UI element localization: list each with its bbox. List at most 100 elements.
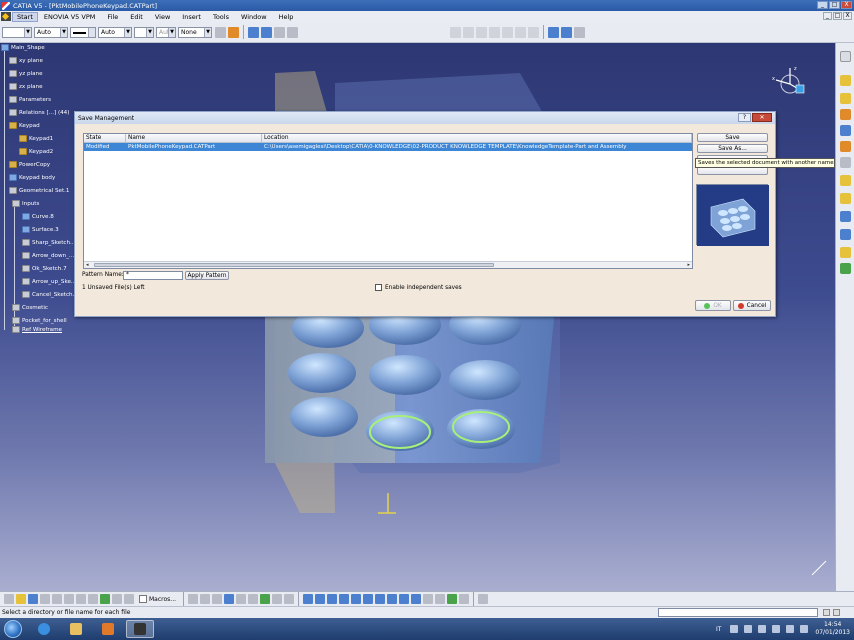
comment-icon[interactable]	[200, 594, 211, 604]
save-icon[interactable]	[28, 594, 38, 604]
graph-icon[interactable]	[248, 26, 259, 38]
fillet-icon[interactable]	[840, 141, 851, 152]
scroll-left-icon[interactable]: ◂	[86, 262, 89, 268]
copy-icon[interactable]	[489, 26, 500, 38]
apply-material-icon[interactable]	[447, 594, 458, 604]
apply-pattern-button[interactable]: Apply Pattern	[185, 271, 229, 280]
manipulation-icon[interactable]	[548, 26, 559, 38]
painter-icon[interactable]	[215, 26, 226, 38]
pocket-tool-icon[interactable]	[840, 109, 851, 120]
rotate-icon[interactable]	[339, 594, 350, 604]
swap-space-icon[interactable]	[435, 594, 446, 604]
mirror-icon[interactable]	[840, 193, 851, 204]
color-combo[interactable]: ▼	[2, 26, 32, 38]
render-style-combo[interactable]: Aut ▼	[156, 26, 176, 38]
start-button[interactable]	[4, 620, 22, 638]
tree-node-xy-plane[interactable]: xy plane	[9, 57, 43, 64]
pattern-name-input[interactable]: *	[123, 271, 183, 280]
tree-node-geometrical-set[interactable]: Geometrical Set.1	[9, 187, 70, 194]
fly-mode-icon[interactable]	[303, 594, 314, 604]
update-icon[interactable]	[476, 26, 487, 38]
file-row[interactable]: Modified PktMobilePhoneKeypad.CATPart C:…	[84, 143, 692, 151]
ok-button[interactable]: OK	[695, 300, 731, 311]
normal-view-icon[interactable]	[375, 594, 386, 604]
network-icon[interactable]	[772, 625, 781, 633]
delete-icon[interactable]	[515, 26, 526, 38]
compass-tool-icon[interactable]	[574, 26, 585, 38]
paste-icon[interactable]	[88, 594, 98, 604]
open-icon[interactable]	[16, 594, 26, 604]
volume-icon[interactable]	[786, 625, 795, 633]
taskbar-explorer[interactable]	[62, 620, 90, 638]
undo-icon[interactable]	[450, 26, 461, 38]
catalog-icon[interactable]	[478, 594, 489, 604]
sketcher-icon[interactable]	[840, 75, 851, 86]
pattern-icon[interactable]	[840, 211, 851, 222]
doc-restore-button[interactable]: □	[833, 12, 842, 20]
hide-show-icon[interactable]	[423, 594, 434, 604]
transparency-combo[interactable]: Auto ▼	[34, 26, 68, 38]
cancel-button[interactable]: Cancel	[733, 300, 771, 311]
tree-node-main-shape[interactable]: Main_Shape	[1, 44, 45, 51]
command-clear-icon[interactable]	[823, 609, 830, 616]
paste-icon[interactable]	[502, 26, 513, 38]
knowledge-advisor-icon[interactable]	[260, 594, 271, 604]
enable-independent-saves-checkbox[interactable]	[375, 284, 382, 291]
parameters-icon[interactable]	[561, 26, 572, 38]
menu-enovia[interactable]: ENOVIA V5 VPM	[38, 13, 101, 21]
tree-node-yz-plane[interactable]: yz plane	[9, 70, 43, 77]
tree-node-parameters[interactable]: Parameters	[9, 96, 51, 103]
redo-icon[interactable]	[112, 594, 122, 604]
clock[interactable]: 14:54 07/01/2013	[815, 621, 850, 637]
taskbar-media[interactable]	[94, 620, 122, 638]
column-location[interactable]: Location	[262, 134, 692, 142]
list-icon[interactable]	[284, 594, 295, 604]
whats-this-icon[interactable]	[124, 594, 134, 604]
tree-node-keypad[interactable]: Keypad	[9, 122, 40, 129]
render-icon[interactable]	[459, 594, 470, 604]
tree-node-relations[interactable]: Relations [...] (44)	[9, 109, 69, 116]
save-as-button[interactable]: Save As...	[697, 144, 768, 153]
menu-tools[interactable]: Tools	[207, 13, 235, 21]
tree-node-keypad2[interactable]: Keypad2	[19, 148, 53, 155]
tree-node-keypad1[interactable]: Keypad1	[19, 135, 53, 142]
print-icon[interactable]	[40, 594, 50, 604]
menu-window[interactable]: Window	[235, 13, 273, 21]
chamfer-icon[interactable]	[840, 157, 851, 168]
tree-node-keypad-body[interactable]: Keypad body	[9, 174, 55, 181]
tree-node-zx-plane[interactable]: zx plane	[9, 83, 43, 90]
shell-icon[interactable]	[840, 175, 851, 186]
shading-icon[interactable]	[411, 594, 422, 604]
taskbar-ie[interactable]	[30, 620, 58, 638]
maximize-button[interactable]: □	[829, 1, 840, 9]
dialog-close-button[interactable]: ✕	[752, 113, 772, 122]
file-list[interactable]: State Name Location Modified PktMobilePh…	[83, 133, 693, 269]
taskbar-catia[interactable]	[126, 620, 154, 638]
minimize-button[interactable]: _	[817, 1, 828, 9]
tree-node-arrow-up[interactable]: Arrow_up_Ske...	[22, 278, 76, 285]
close-button[interactable]: X	[841, 1, 852, 9]
tree-node-ok-sketch[interactable]: Ok_Sketch.7	[22, 265, 67, 272]
undo-icon[interactable]	[100, 594, 110, 604]
new-icon[interactable]	[4, 594, 14, 604]
command-help-icon[interactable]	[833, 609, 840, 616]
menu-file[interactable]: File	[101, 13, 124, 21]
select-arrow-icon[interactable]	[840, 51, 851, 62]
dialog-title-bar[interactable]: Save Management	[75, 112, 775, 124]
redo-icon[interactable]	[463, 26, 474, 38]
column-state[interactable]: State	[84, 134, 126, 142]
dialog-help-button[interactable]: ?	[738, 113, 751, 122]
language-indicator[interactable]: IT	[716, 626, 721, 633]
tree-node-ref-wireframe[interactable]: Ref Wireframe	[12, 326, 62, 333]
copy-icon[interactable]	[76, 594, 86, 604]
line-thickness-combo[interactable]	[70, 26, 96, 38]
tree-node-pocket-for-shell[interactable]: Pocket_for_shell	[12, 317, 67, 324]
iso-view-icon[interactable]	[399, 594, 410, 604]
quick-print-icon[interactable]	[52, 594, 62, 604]
macros-control[interactable]: Macros...	[139, 595, 176, 603]
tree-node-inputs[interactable]: Inputs	[12, 200, 39, 207]
tray-icon[interactable]	[730, 625, 739, 633]
cut-icon[interactable]	[64, 594, 74, 604]
fit-all-icon[interactable]	[315, 594, 326, 604]
layer-combo[interactable]: None ▼	[178, 26, 212, 38]
